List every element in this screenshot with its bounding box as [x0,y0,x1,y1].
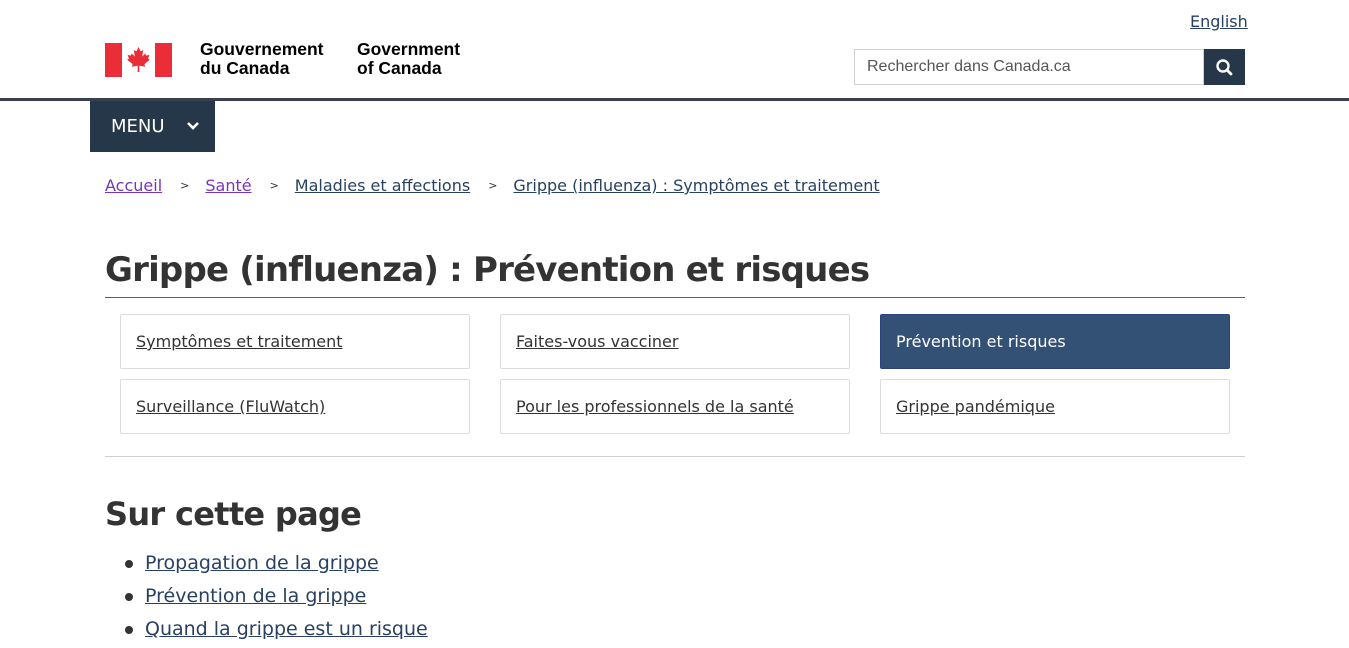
list-item: Propagation de la grippe [125,549,428,582]
tile-professionnels[interactable]: Pour les professionnels de la santé [500,379,850,434]
search-button[interactable] [1204,49,1245,85]
breadcrumb-separator: > [180,179,190,192]
breadcrumb-link-grippe[interactable]: Grippe (influenza) : Symptômes et traite… [513,176,879,195]
menu-button[interactable]: MENU [90,101,215,152]
search-input[interactable]: Rechercher dans Canada.ca [854,49,1204,85]
signature-en-line2: of Canada [357,58,442,78]
tile-prevention-active[interactable]: Prévention et risques [880,314,1230,369]
menu-label: MENU [111,116,165,137]
toc-link-prevention[interactable]: Prévention de la grippe [145,585,366,607]
signature-fr-line1: Gouvernement [200,39,324,59]
tile-vaccin[interactable]: Faites-vous vacciner [500,314,850,369]
tile-symptomes[interactable]: Symptômes et traitement [120,314,470,369]
breadcrumb-link-maladies[interactable]: Maladies et affections [295,176,470,195]
section-divider [105,456,1245,457]
list-item: Prévention de la grippe [125,582,428,615]
bullet-icon [125,593,133,601]
signature-en-line1: Government [357,39,461,59]
page-title: Grippe (influenza) : Prévention et risqu… [105,250,870,290]
signature-en: Government of Canada [357,40,460,78]
breadcrumb: Accueil > Santé > Maladies et affections > Gri… [105,176,880,195]
search-icon [1216,59,1233,76]
bullet-icon [125,560,133,568]
breadcrumb-separator: > [488,179,498,192]
breadcrumb-link-sante[interactable]: Santé [205,176,251,195]
language-toggle-link[interactable]: English [1190,12,1248,31]
signature-fr-line2: du Canada [200,58,290,78]
breadcrumb-separator: > [269,179,279,192]
signature-fr: Gouvernement du Canada [200,40,324,78]
toc-list: Propagation de la grippe Prévention de l… [125,549,428,648]
title-underline [105,297,1245,298]
toc-heading: Sur cette page [105,495,362,533]
toc-link-propagation[interactable]: Propagation de la grippe [145,552,379,574]
tile-grippe-pandemique[interactable]: Grippe pandémique [880,379,1230,434]
toc-link-risque[interactable]: Quand la grippe est un risque [145,618,428,640]
bullet-icon [125,626,133,634]
chevron-down-icon [187,122,199,130]
breadcrumb-link-accueil[interactable]: Accueil [105,176,162,195]
canada-flag-icon [105,43,172,77]
tile-surveillance[interactable]: Surveillance (FluWatch) [120,379,470,434]
